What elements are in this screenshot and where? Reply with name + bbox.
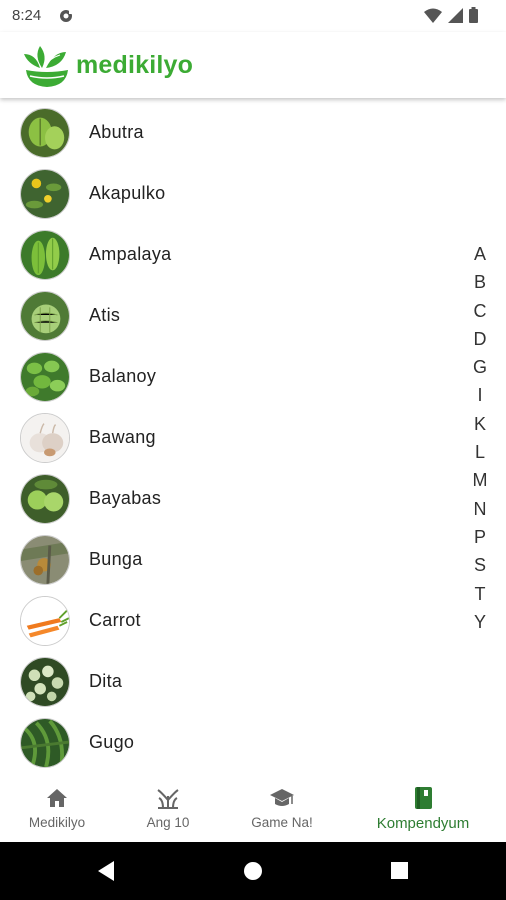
plant-name: Carrot: [89, 610, 141, 630]
plant-thumbnail: [20, 413, 70, 463]
list-item[interactable]: Carrot: [0, 590, 440, 651]
plant-thumbnail: [20, 718, 70, 768]
nav-medikilyo[interactable]: Medikilyo: [16, 776, 98, 842]
alpha-letter[interactable]: L: [475, 438, 485, 466]
recents-icon[interactable]: [390, 860, 410, 882]
alpha-letter[interactable]: M: [473, 466, 488, 494]
plant-name: Dita: [89, 671, 123, 691]
system-nav-bar: [0, 842, 506, 900]
alpha-letter[interactable]: S: [474, 551, 486, 579]
alpha-letter[interactable]: B: [474, 268, 486, 296]
alpha-letter[interactable]: K: [474, 410, 486, 438]
nav-label: Medikilyo: [28, 815, 86, 830]
list-item[interactable]: Balanoy: [0, 346, 440, 407]
alpha-letter[interactable]: D: [474, 325, 487, 353]
wifi-icon: [424, 8, 442, 23]
list-item[interactable]: Dita: [0, 651, 440, 712]
graduation-cap-icon: [270, 789, 294, 806]
plant-thumbnail: [20, 169, 70, 219]
back-icon[interactable]: [96, 860, 116, 882]
mortar-leaf-icon: [24, 46, 68, 87]
plant-name: Gugo: [89, 732, 135, 752]
plant-thumbnail: [20, 230, 70, 280]
home-button-icon[interactable]: [243, 860, 263, 882]
alpha-letter[interactable]: I: [477, 381, 482, 409]
bottom-nav: Medikilyo Ang 10 Game Na! Kompendyum: [0, 776, 506, 842]
nav-game-na[interactable]: Game Na!: [240, 776, 324, 842]
alpha-letter[interactable]: G: [473, 353, 487, 381]
plant-name: Balanoy: [89, 366, 157, 386]
status-indicators: [424, 7, 478, 23]
plant-list: Abutra Akapulko Ampalaya Atis Balanoy Ba…: [0, 100, 506, 776]
battery-icon: [469, 7, 478, 23]
status-bar: 8:24: [0, 0, 506, 32]
plant-thumbnail: [20, 596, 70, 646]
plant-thumbnail: [20, 657, 70, 707]
list-item[interactable]: Ampalaya: [0, 224, 440, 285]
nav-ang-10[interactable]: Ang 10: [130, 776, 206, 842]
app-logo: medikilyo: [20, 40, 193, 90]
plant-name: Bunga: [89, 549, 143, 569]
nav-kompendyum[interactable]: Kompendyum: [364, 776, 482, 842]
alpha-letter[interactable]: P: [474, 523, 486, 551]
plant-name: Bayabas: [89, 488, 162, 508]
notification-icon: [60, 10, 73, 22]
plant-name: Akapulko: [89, 183, 166, 203]
plant-name: Abutra: [89, 122, 144, 142]
list-item[interactable]: Atis: [0, 285, 440, 346]
list-item[interactable]: Bawang: [0, 407, 440, 468]
list-item[interactable]: Gugo: [0, 712, 440, 773]
book-icon: [415, 787, 432, 809]
status-time: 8:24: [12, 7, 42, 24]
plant-name: Atis: [89, 305, 121, 325]
app-title: medikilyo: [76, 50, 194, 79]
plant-thumbnail: [20, 352, 70, 402]
plant-thumbnail: [20, 474, 70, 524]
sprout-icon: [157, 789, 179, 809]
home-icon: [47, 789, 67, 807]
alpha-letter[interactable]: T: [475, 580, 486, 608]
nav-label: Game Na!: [251, 815, 313, 830]
app-bar: medikilyo: [0, 32, 506, 98]
list-item[interactable]: Akapulko: [0, 163, 440, 224]
plant-thumbnail: [20, 291, 70, 341]
signal-icon: [448, 7, 463, 23]
alphabet-index: A B C D G I K L M N P S T Y: [466, 240, 494, 636]
nav-label: Ang 10: [146, 815, 190, 830]
list-item[interactable]: Bunga: [0, 529, 440, 590]
plant-thumbnail: [20, 108, 70, 158]
nav-label: Kompendyum: [376, 815, 470, 832]
alpha-letter[interactable]: C: [474, 297, 487, 325]
list-item[interactable]: Bayabas: [0, 468, 440, 529]
plant-name: Ampalaya: [89, 244, 172, 264]
plant-thumbnail: [20, 535, 70, 585]
plant-name: Bawang: [89, 427, 156, 447]
alpha-letter[interactable]: A: [474, 240, 486, 268]
list-item[interactable]: Abutra: [0, 102, 440, 163]
alpha-letter[interactable]: N: [474, 495, 487, 523]
alpha-letter[interactable]: Y: [474, 608, 486, 636]
